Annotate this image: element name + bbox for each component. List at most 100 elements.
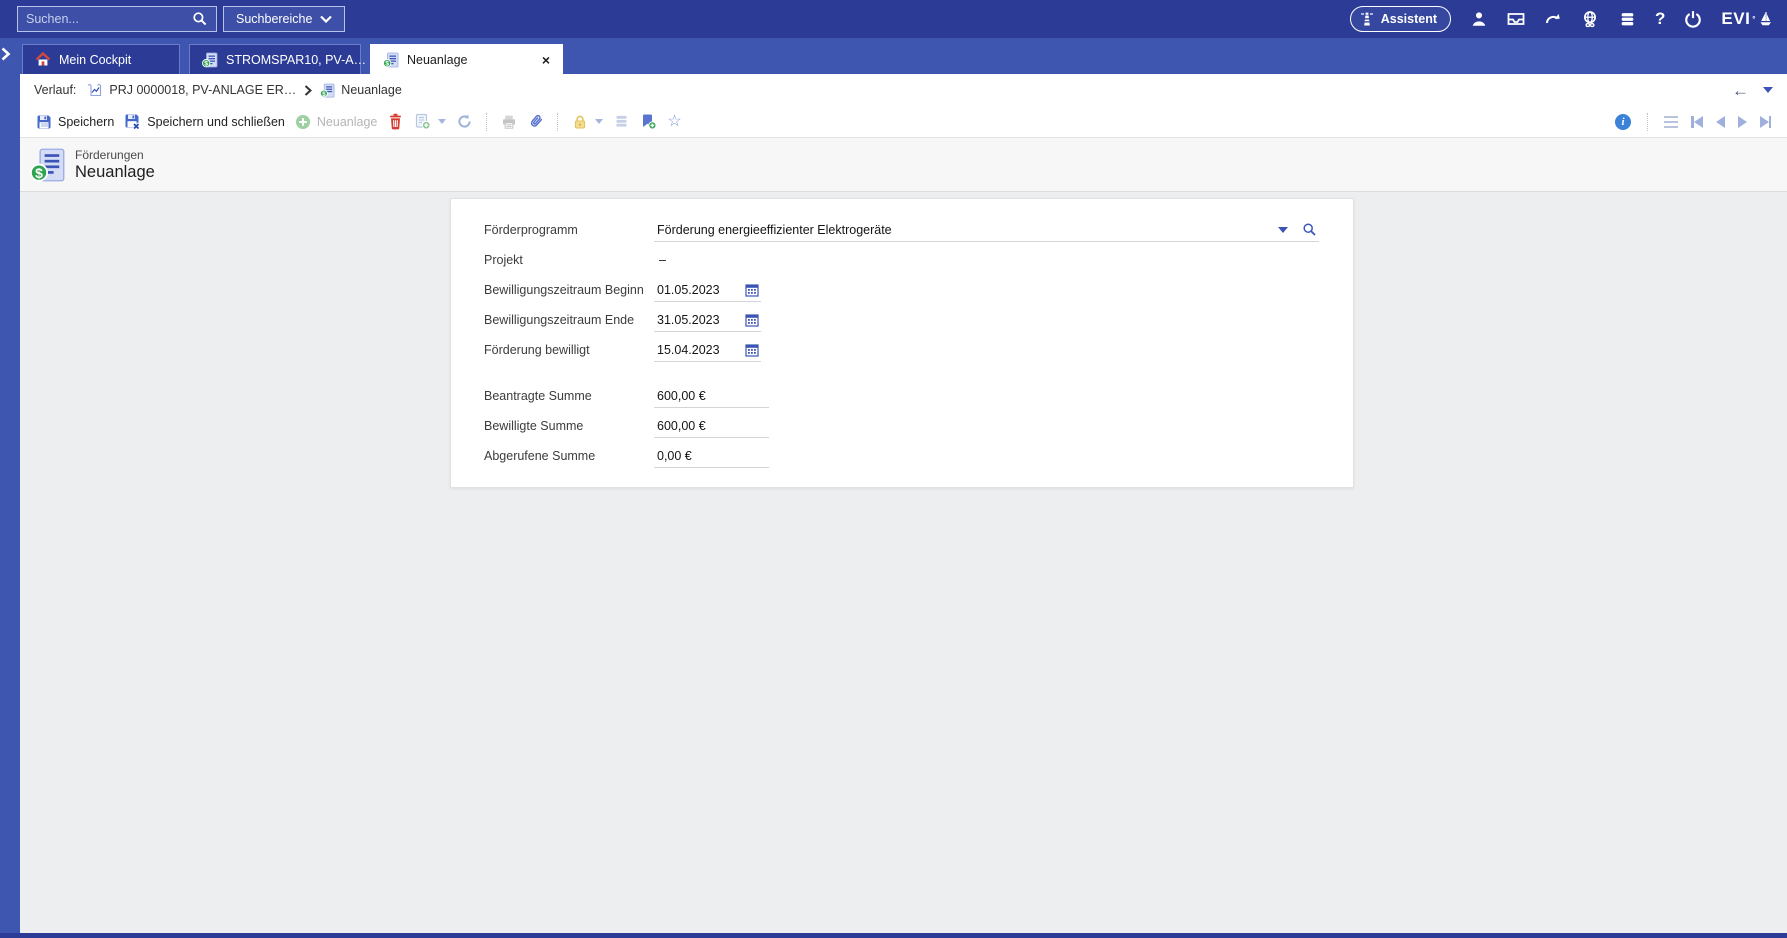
project-chart-icon — [86, 83, 103, 98]
save-and-close-button[interactable]: Speichern und schließen — [124, 113, 285, 130]
form-row-bewilligung-beginn: Bewilligungszeitraum Beginn 01.05.2023 — [484, 275, 1353, 305]
history-back-icon[interactable]: ← — [1732, 82, 1749, 99]
save-icon — [36, 114, 52, 130]
tab-mein-cockpit[interactable]: Mein Cockpit — [22, 44, 180, 74]
save-close-icon — [124, 113, 141, 130]
form-row-projekt: Projekt – — [484, 245, 1353, 275]
foerderungen-icon: $ — [30, 147, 66, 183]
previous-record-icon — [1716, 116, 1725, 128]
field-label: Projekt — [484, 253, 654, 267]
form-row-bewilligte-summe: Bewilligte Summe 600,00 € — [484, 411, 1353, 441]
chevron-right-icon — [304, 85, 312, 96]
copy-record-icon — [414, 113, 431, 130]
favorite-star-icon[interactable]: ☆ — [667, 114, 681, 130]
tab-label: STROMSPAR10, PV-A… — [226, 53, 366, 67]
form-card: Förderprogramm Förderung energieeffizien… — [450, 198, 1354, 488]
print-icon — [500, 113, 517, 130]
help-icon[interactable]: ? — [1655, 9, 1665, 29]
search-box[interactable] — [17, 6, 217, 32]
field-value: 15.04.2023 — [657, 343, 720, 357]
bewilligte-summe-field[interactable]: 600,00 € — [654, 414, 769, 438]
search-scopes-label: Suchbereiche — [236, 12, 312, 26]
lookup-search-icon[interactable] — [1302, 222, 1317, 237]
breadcrumb-label: Neuanlage — [341, 83, 401, 97]
tab-stromspar10[interactable]: $ STROMSPAR10, PV-A… × — [189, 44, 361, 74]
lock-icon[interactable] — [571, 113, 588, 130]
assistant-label: Assistent — [1381, 12, 1437, 26]
field-value: 31.05.2023 — [657, 313, 720, 327]
attachment-icon[interactable] — [527, 113, 544, 130]
tab-neuanlage[interactable]: $ Neuanlage × — [370, 44, 563, 74]
divider — [557, 113, 558, 131]
save-button[interactable]: Speichern — [36, 114, 114, 130]
foerderung-bewilligt-field[interactable]: 15.04.2023 — [654, 338, 761, 362]
form-row-bewilligung-ende: Bewilligungszeitraum Ende 31.05.2023 — [484, 305, 1353, 335]
field-value: Förderung energieeffizienter Elektrogerä… — [657, 223, 892, 237]
bottom-strip — [0, 933, 1787, 938]
inbox-icon[interactable] — [1507, 10, 1525, 28]
doc-dollar-icon: $ — [383, 52, 399, 68]
form-row-beantragte-summe: Beantragte Summe 600,00 € — [484, 381, 1353, 411]
page-title: Neuanlage — [75, 163, 155, 182]
info-icon[interactable]: i — [1615, 114, 1631, 130]
field-label: Beantragte Summe — [484, 389, 654, 403]
power-icon[interactable] — [1684, 10, 1702, 28]
lookup-dropdown-icon[interactable] — [1278, 227, 1288, 233]
delete-icon[interactable] — [387, 113, 404, 130]
bewilligungszeitraum-beginn-field[interactable]: 01.05.2023 — [654, 278, 761, 302]
divider — [1647, 113, 1648, 131]
abgerufene-summe-field[interactable]: 0,00 € — [654, 444, 769, 468]
form-row-abgerufene-summe: Abgerufene Summe 0,00 € — [484, 441, 1353, 471]
form-row-foerderprogramm: Förderprogramm Förderung energieeffizien… — [484, 215, 1353, 245]
tab-label: Neuanlage — [407, 53, 467, 67]
calendar-icon[interactable] — [745, 283, 759, 297]
sidebar-strip — [0, 38, 20, 933]
history-dropdown-icon[interactable] — [1763, 87, 1773, 93]
plus-circle-icon — [295, 114, 311, 130]
web-services-icon[interactable] — [1581, 10, 1599, 28]
field-value: 600,00 € — [657, 389, 706, 403]
svg-text:$: $ — [204, 60, 208, 67]
last-record-icon — [1760, 116, 1772, 128]
breadcrumb-item-neuanlage[interactable]: $ Neuanlage — [320, 83, 401, 98]
brand-mark: ° — [1752, 15, 1756, 24]
field-label: Bewilligte Summe — [484, 419, 654, 433]
form-spacer — [484, 365, 1353, 381]
redo-icon[interactable] — [1544, 10, 1562, 28]
beantragte-summe-field[interactable]: 600,00 € — [654, 384, 769, 408]
field-label: Bewilligungszeitraum Beginn — [484, 283, 654, 297]
calendar-icon[interactable] — [745, 313, 759, 327]
bookmark-add-icon[interactable] — [640, 113, 657, 130]
chevron-down-icon — [320, 15, 332, 23]
breadcrumb-prefix: Verlauf: — [34, 83, 76, 97]
database-icon[interactable] — [1618, 10, 1636, 28]
calendar-icon[interactable] — [745, 343, 759, 357]
new-record-button: Neuanlage — [295, 114, 377, 130]
toolbar: Speichern Speichern und schließen Neuanl… — [20, 106, 1787, 138]
dataset-icon — [613, 113, 630, 130]
home-icon — [35, 52, 51, 67]
tab-label: Mein Cockpit — [59, 53, 131, 67]
lock-dropdown-icon[interactable] — [595, 119, 603, 124]
expand-sidebar-icon[interactable] — [0, 47, 20, 61]
topbar-actions: Assistent ? EVI° — [1350, 6, 1773, 32]
foerderprogramm-field[interactable]: Förderung energieeffizienter Elektrogerä… — [654, 218, 1319, 242]
user-icon[interactable] — [1470, 10, 1488, 28]
search-icon[interactable] — [192, 11, 208, 27]
page-header: $ Förderungen Neuanlage — [20, 138, 1787, 192]
save-label: Speichern — [58, 115, 114, 129]
breadcrumb: Verlauf: PRJ 0000018, PV-ANLAGE ER… $ Ne… — [20, 74, 1787, 106]
search-input[interactable] — [26, 12, 192, 26]
bewilligungszeitraum-ende-field[interactable]: 31.05.2023 — [654, 308, 761, 332]
doc-dollar-icon: $ — [320, 83, 335, 98]
assistant-button[interactable]: Assistent — [1350, 6, 1451, 32]
search-scopes-button[interactable]: Suchbereiche — [223, 6, 345, 32]
content-area: Förderprogramm Förderung energieeffizien… — [20, 192, 1787, 905]
breadcrumb-item-project[interactable]: PRJ 0000018, PV-ANLAGE ER… — [86, 83, 296, 98]
lighthouse-icon — [1360, 11, 1374, 27]
close-icon[interactable]: × — [542, 53, 550, 67]
sailboat-icon — [1758, 11, 1773, 28]
field-label: Abgerufene Summe — [484, 449, 654, 463]
next-record-icon — [1738, 116, 1747, 128]
copy-dropdown-icon — [438, 119, 446, 124]
